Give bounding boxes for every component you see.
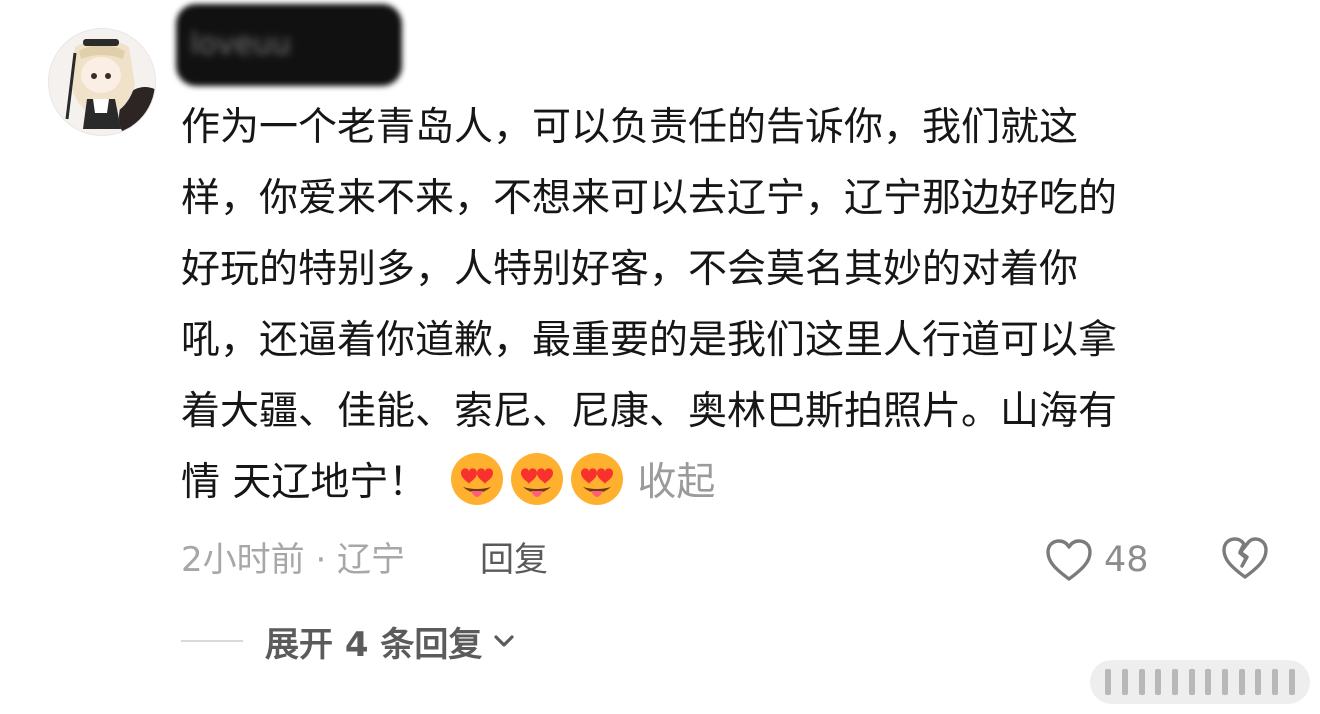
heart-eyes-tongue-emoji — [511, 453, 564, 505]
reply-button[interactable]: 回复 — [480, 536, 548, 584]
avatar-image — [49, 29, 155, 135]
comment-body: 作为一个老青岛人，可以负责任的告诉你，我们就这 样，你爱来不来，不想来可以去辽宁… — [181, 92, 1251, 518]
username-text: loveuu — [190, 27, 291, 62]
chevron-down-icon — [494, 635, 514, 647]
comment-line: 作为一个老青岛人，可以负责任的告诉你，我们就这 — [181, 105, 1079, 150]
like-button[interactable]: 48 — [1044, 532, 1149, 588]
broken-heart-icon — [1222, 537, 1268, 579]
username[interactable]: loveuu — [176, 4, 402, 86]
comment-line: 样，你爱来不来，不想来可以去辽宁，辽宁那边好吃的 — [181, 176, 1118, 221]
expand-replies-label: 展开 4 条回复 — [265, 624, 483, 665]
expand-replies-button[interactable]: 展开 4 条回复 — [265, 617, 516, 666]
divider — [181, 640, 243, 642]
comment-meta: 2小时前 · 辽宁 — [181, 540, 406, 580]
comment-line: 情 天辽地宁！ — [181, 460, 428, 505]
comment-last-line: 情 天辽地宁！ 收起 — [181, 447, 1251, 518]
comment-line: 着大疆、佳能、索尼、尼康、奥林巴斯拍照片。山海有 — [181, 389, 1118, 434]
collapse-button[interactable]: 收起 — [637, 460, 715, 505]
dislike-button[interactable] — [1220, 534, 1270, 586]
heart-outline-icon — [1046, 539, 1092, 581]
avatar[interactable] — [48, 28, 156, 136]
comment-line: 吼，还逼着你道歉，最重要的是我们这里人行道可以拿 — [181, 318, 1118, 363]
expand-replies-row: 展开 4 条回复 — [181, 616, 516, 666]
heart-eyes-tongue-emoji — [451, 453, 504, 505]
comment-line: 好玩的特别多，人特别好客，不会莫名其妙的对着你 — [181, 247, 1079, 292]
watermark — [1090, 660, 1310, 704]
like-count: 48 — [1104, 540, 1149, 580]
heart-eyes-tongue-emoji — [571, 453, 624, 505]
